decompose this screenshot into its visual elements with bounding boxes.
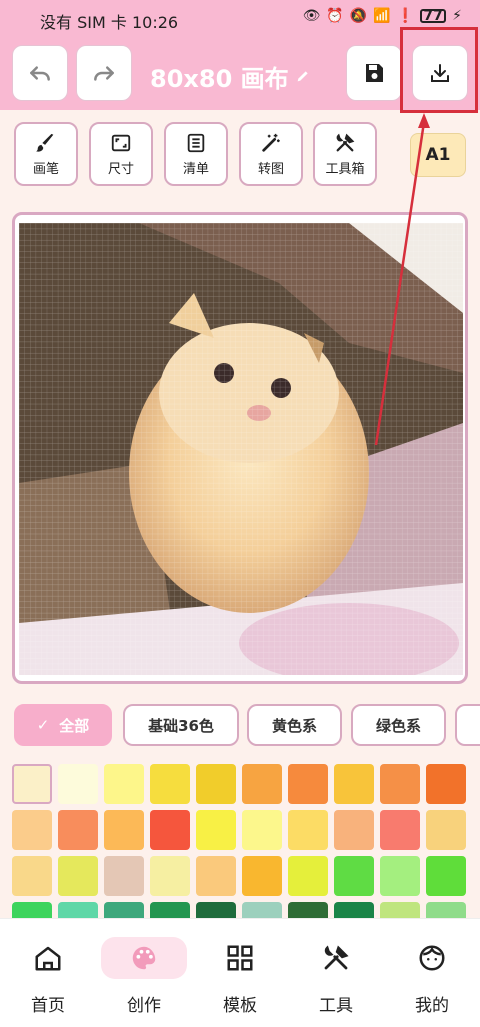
color-swatch[interactable] xyxy=(58,764,98,804)
color-swatch[interactable] xyxy=(288,810,328,850)
filter-basic-36[interactable]: 基础36色 xyxy=(123,704,239,746)
color-swatch[interactable] xyxy=(12,810,52,850)
filter-label: 基础36色 xyxy=(148,716,214,735)
color-filter-tabs: ✓ 全部 基础36色 黄色系 绿色系 xyxy=(0,704,480,748)
color-swatch[interactable] xyxy=(150,810,190,850)
color-swatch[interactable] xyxy=(288,856,328,896)
home-icon xyxy=(35,946,61,971)
filter-label: 全部 xyxy=(59,716,90,735)
filter-green[interactable]: 绿色系 xyxy=(351,704,446,746)
nav-label: 创作 xyxy=(127,996,161,1016)
color-swatch[interactable] xyxy=(242,810,282,850)
profile-face-icon xyxy=(419,945,445,971)
color-swatch[interactable] xyxy=(426,810,466,850)
filter-label: 黄色系 xyxy=(271,716,317,735)
color-swatch[interactable] xyxy=(150,764,190,804)
color-swatch[interactable] xyxy=(334,856,374,896)
color-swatch[interactable] xyxy=(380,810,420,850)
color-swatch[interactable] xyxy=(426,764,466,804)
color-swatch[interactable] xyxy=(58,810,98,850)
color-swatch[interactable] xyxy=(380,856,420,896)
filter-yellow[interactable]: 黄色系 xyxy=(247,704,342,746)
color-swatch[interactable] xyxy=(288,764,328,804)
color-swatch[interactable] xyxy=(380,764,420,804)
nav-label: 首页 xyxy=(31,996,65,1016)
nav-label: 模板 xyxy=(223,996,257,1016)
filter-more[interactable] xyxy=(455,704,480,746)
color-swatch[interactable] xyxy=(58,856,98,896)
color-swatch[interactable] xyxy=(12,764,52,804)
nav-tools[interactable]: 工具 xyxy=(288,937,384,1027)
filter-label: 绿色系 xyxy=(375,716,421,735)
bottom-navigation: 首页 创作 模板 工具 我的 xyxy=(0,918,480,1027)
nav-home[interactable]: 首页 xyxy=(0,937,96,1027)
palette-icon xyxy=(132,946,156,970)
nav-profile[interactable]: 我的 xyxy=(384,937,480,1027)
color-swatch[interactable] xyxy=(12,856,52,896)
color-palette xyxy=(12,764,472,920)
nav-label: 工具 xyxy=(319,996,353,1016)
tools-icon xyxy=(324,945,349,970)
nav-label: 我的 xyxy=(415,996,449,1016)
color-swatch[interactable] xyxy=(242,856,282,896)
color-swatch[interactable] xyxy=(334,810,374,850)
color-swatch[interactable] xyxy=(334,764,374,804)
filter-all[interactable]: ✓ 全部 xyxy=(14,704,112,746)
nav-create[interactable]: 创作 xyxy=(96,937,192,1027)
color-swatch[interactable] xyxy=(104,764,144,804)
color-swatch[interactable] xyxy=(242,764,282,804)
color-swatch[interactable] xyxy=(196,856,236,896)
color-swatch[interactable] xyxy=(426,856,466,896)
template-grid-icon xyxy=(227,945,253,971)
nav-templates[interactable]: 模板 xyxy=(192,937,288,1027)
color-swatch[interactable] xyxy=(150,856,190,896)
color-swatch[interactable] xyxy=(196,810,236,850)
check-icon: ✓ xyxy=(36,716,50,734)
color-swatch[interactable] xyxy=(104,856,144,896)
color-swatch[interactable] xyxy=(196,764,236,804)
color-swatch[interactable] xyxy=(104,810,144,850)
